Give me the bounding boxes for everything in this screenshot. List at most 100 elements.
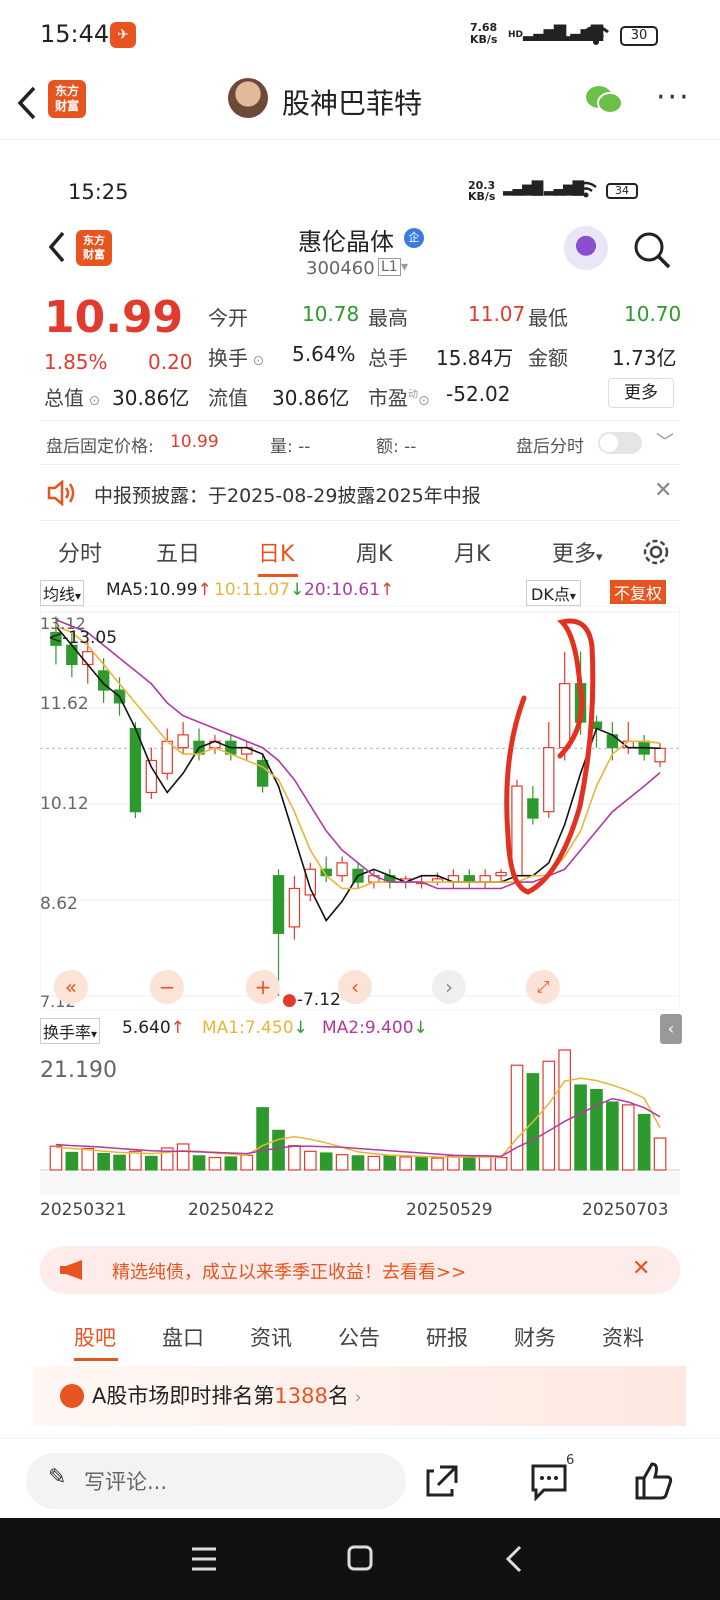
system-nav-bar	[0, 1518, 720, 1600]
turnover-bar-13	[256, 1107, 269, 1171]
turnover-bar-35	[606, 1101, 619, 1171]
zoom-out-button[interactable]: −	[150, 970, 184, 1004]
candle-body-15	[288, 887, 301, 928]
vol-ma2-legend: MA2:9.400↓	[322, 1018, 428, 1038]
code-dropdown-icon[interactable]: ▾	[401, 259, 408, 275]
inner-wifi-icon	[575, 181, 597, 198]
scroll-left-fast-button[interactable]: «	[54, 970, 88, 1004]
settings-gear-icon[interactable]	[642, 538, 670, 566]
zoom-in-button[interactable]: +	[246, 970, 280, 1004]
open-value: 10.78	[302, 302, 360, 326]
date-label-3: 20250529	[406, 1200, 493, 1220]
comment-bar: ✎ 写评论... 6	[0, 1438, 720, 1518]
tab-weekly-k[interactable]: 周K	[356, 536, 392, 568]
high-marker-label: <-13.05	[48, 628, 118, 648]
home-icon[interactable]	[346, 1544, 374, 1572]
wifi-icon	[583, 25, 609, 45]
scroll-right-button[interactable]: ›	[432, 970, 466, 1004]
candle-body-8	[177, 734, 189, 749]
fullscreen-button[interactable]: ⤢	[526, 970, 560, 1004]
tab-monthly-k[interactable]: 月K	[454, 536, 490, 568]
turnover-bar-32	[558, 1049, 571, 1171]
inner-signal-icon: ▂▃▅▇ ▂▃▅▇	[503, 178, 584, 196]
content-tabs: 股吧 盘口 资讯 公告 研报 财务 资料	[40, 1314, 680, 1364]
tab-announcements[interactable]: 公告	[338, 1322, 380, 1352]
turnover-bar-20	[367, 1155, 381, 1171]
system-back-icon[interactable]	[504, 1544, 524, 1574]
ranking-text: A股市场即时排名第1388名 ›	[92, 1384, 362, 1408]
dk-point-selector[interactable]: DK点▾	[526, 580, 581, 606]
app-logo: 东方 财富	[48, 80, 86, 118]
candle-body-18	[336, 862, 348, 877]
y-tick-4: 8.62	[40, 894, 78, 914]
tab-active-indicator	[258, 574, 298, 577]
comment-icon[interactable]	[530, 1463, 570, 1501]
tab-research[interactable]: 研报	[426, 1322, 468, 1352]
tab-forum[interactable]: 股吧	[74, 1322, 116, 1352]
avatar[interactable]	[228, 78, 268, 118]
level-badge[interactable]: L1	[378, 258, 401, 276]
tab-profile[interactable]: 资料	[602, 1322, 644, 1352]
turnover-chart[interactable]	[40, 1044, 680, 1194]
turnover-bar-0	[49, 1145, 63, 1171]
y-tick-3: 10.12	[40, 794, 89, 814]
scroll-left-button[interactable]: ‹	[338, 970, 372, 1004]
comment-count: 6	[566, 1453, 575, 1468]
status-bar: 15:44 ✈ 7.68 KB/s HD▂▃▅▇ HD▂▃▅▇ 30	[0, 0, 720, 70]
expand-chevron-icon[interactable]: ﹀	[656, 428, 674, 454]
like-thumb-icon[interactable]	[634, 1461, 674, 1501]
pe-label: 市盈动⊙	[368, 386, 430, 410]
forum-tab-indicator	[74, 1358, 118, 1361]
post-author-name: 股神巴菲特	[282, 87, 423, 120]
date-label-4: 20250703	[582, 1200, 669, 1220]
date-label-2: 20250422	[188, 1200, 275, 1220]
more-menu-icon[interactable]: ···	[656, 80, 691, 115]
stock-back-icon[interactable]	[46, 230, 66, 264]
wechat-icon[interactable]	[584, 84, 624, 116]
low-label: 最低	[528, 306, 568, 330]
low-value: 10.70	[624, 302, 682, 326]
more-quote-button[interactable]: 更多	[608, 378, 674, 408]
turnover-label: 换手 ⊙	[208, 346, 265, 370]
tab-order-book[interactable]: 盘口	[162, 1322, 204, 1352]
tab-intraday[interactable]: 分时	[58, 536, 102, 568]
candle-body-26	[463, 875, 475, 883]
share-icon[interactable]	[424, 1463, 460, 1499]
collapse-panel-button[interactable]: ‹	[660, 1014, 682, 1044]
market-cap-label: 总值 ⊙	[44, 386, 101, 410]
adjust-mode-button[interactable]: 不复权	[610, 580, 667, 604]
turnover-bar-4	[113, 1154, 126, 1171]
comment-input[interactable]: ✎ 写评论...	[26, 1453, 406, 1509]
turnover-bar-2	[81, 1147, 95, 1171]
turnover-bar-6	[145, 1155, 158, 1171]
turnover-bar-9	[192, 1155, 206, 1171]
divider	[40, 464, 680, 465]
turnover-bar-22	[399, 1156, 413, 1171]
close-ad-icon[interactable]: ✕	[632, 1256, 650, 1281]
chart-tabs: 分时 五日 日K 周K 月K 更多▾	[40, 530, 680, 580]
stock-name: 惠伦晶体	[298, 228, 394, 256]
tab-news[interactable]: 资讯	[250, 1322, 292, 1352]
ranking-card[interactable]: A股市场即时排名第1388名 ›	[34, 1366, 686, 1426]
candle-body-27	[479, 875, 491, 883]
divider	[40, 520, 680, 521]
recents-icon[interactable]	[190, 1546, 218, 1572]
inner-net-speed: 20.3 KB/s	[468, 179, 496, 203]
robot-assistant-icon[interactable]	[564, 226, 608, 270]
indicator-selector[interactable]: 换手率▾	[40, 1018, 101, 1044]
ad-banner[interactable]: 精选纯债，成立以来季季正收益！去看看>> ✕	[40, 1246, 680, 1294]
after-hours-price: 10.99	[170, 432, 219, 452]
tab-more[interactable]: 更多▾	[552, 536, 603, 568]
change-percent: 1.85%	[44, 350, 108, 374]
close-notice-icon[interactable]: ✕	[654, 478, 672, 503]
search-icon[interactable]	[632, 230, 672, 270]
notice-text[interactable]: 中报预披露：于2025-08-29披露2025年中报	[94, 481, 481, 508]
tab-five-day[interactable]: 五日	[156, 536, 200, 568]
back-icon[interactable]	[14, 84, 38, 122]
after-hours-toggle[interactable]	[598, 432, 642, 454]
turnover-bar-26	[462, 1156, 476, 1171]
tab-financials[interactable]: 财务	[514, 1322, 556, 1352]
kline-chart[interactable]	[40, 606, 680, 1010]
tab-daily-k[interactable]: 日K	[258, 536, 294, 568]
ma-selector[interactable]: 均线▾	[40, 580, 85, 606]
